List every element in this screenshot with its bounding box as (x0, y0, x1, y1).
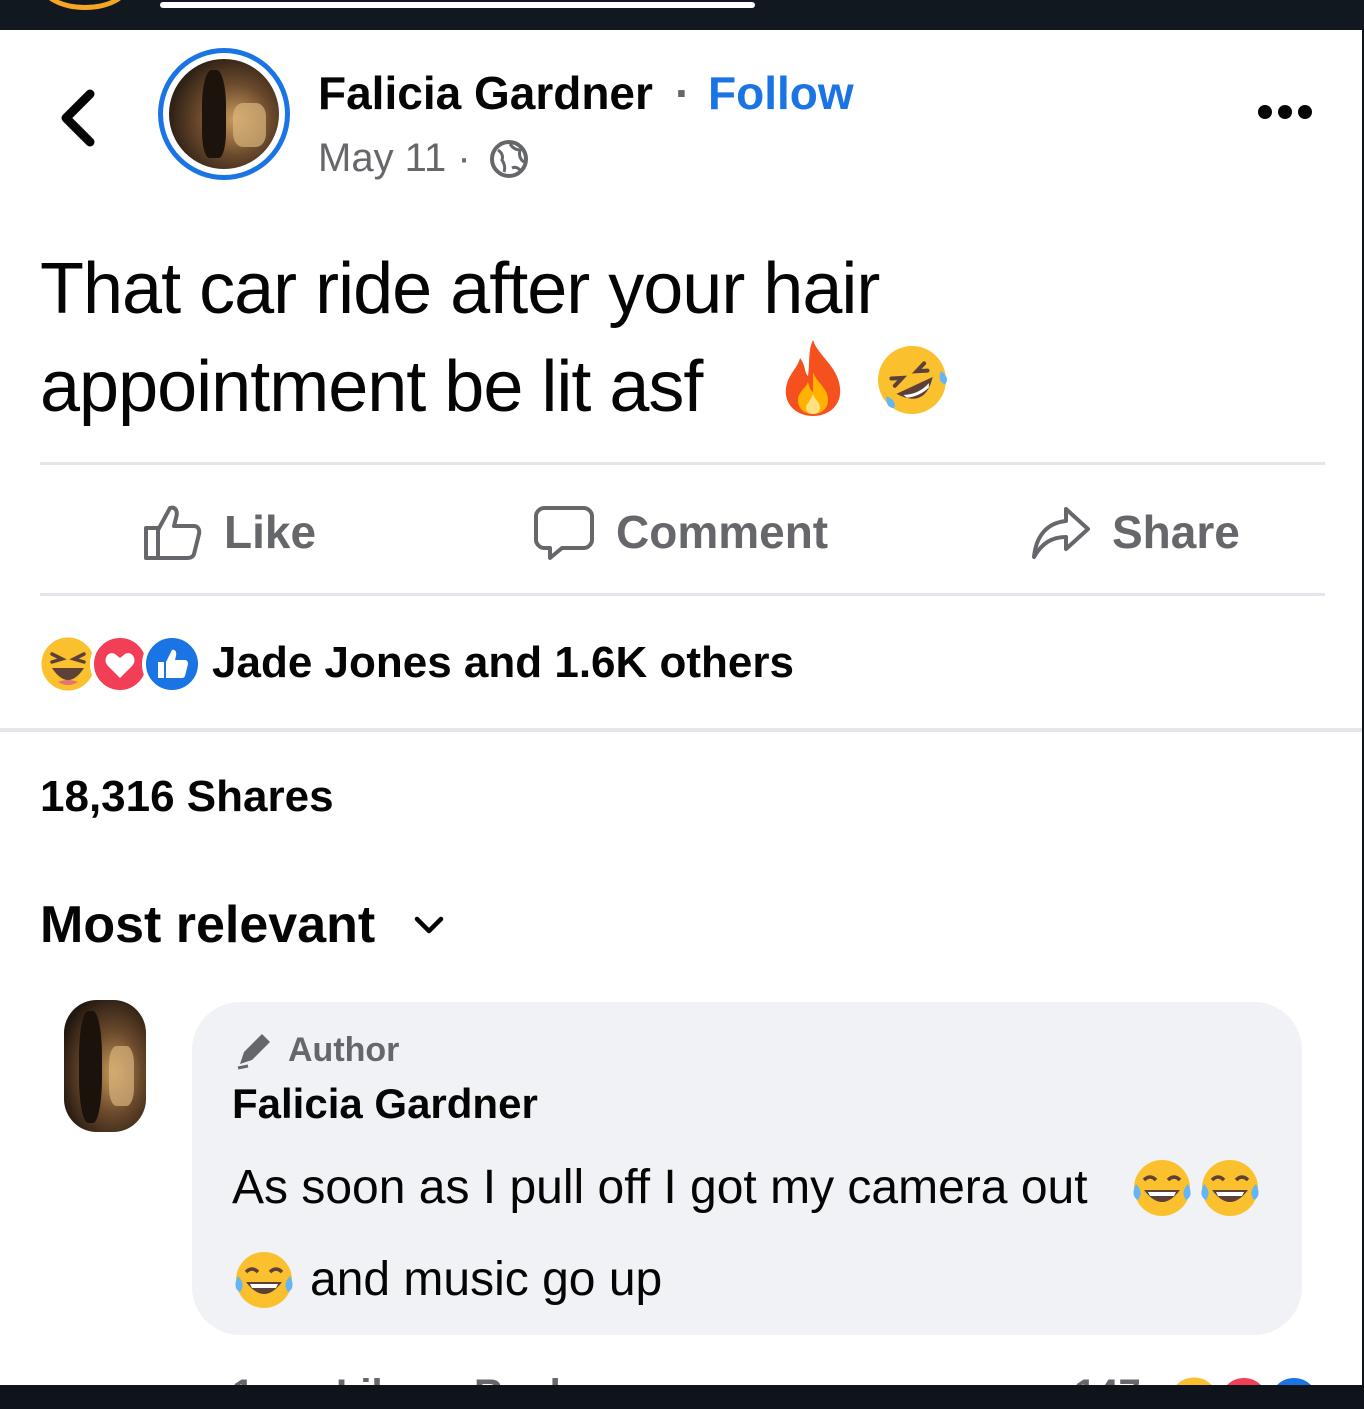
joy-emoji-icon (1133, 1160, 1191, 1216)
comment-reaction-icons[interactable] (1166, 1372, 1326, 1385)
thumbs-up-icon (144, 505, 202, 560)
globe-icon (490, 140, 528, 178)
comment-text-line-1: As soon as I pull off I got my camera ou… (232, 1161, 1088, 1214)
rofl-emoji-icon (878, 346, 948, 414)
share-arrow-icon (1032, 507, 1090, 559)
divider-middle (40, 593, 1325, 596)
author-avatar[interactable] (158, 48, 290, 180)
name-separator: · (675, 67, 691, 119)
like-icon (142, 634, 202, 694)
post-reaction-icons[interactable] (38, 632, 203, 696)
comment-reaction-count[interactable]: 147 (1074, 1372, 1141, 1385)
post-author-name[interactable]: Falicia Gardner (318, 66, 653, 120)
comment-button[interactable]: Comment (532, 492, 828, 572)
chevron-left-icon (61, 89, 95, 147)
post-date[interactable]: May 11 · (318, 136, 471, 181)
chevron-down-icon (414, 916, 444, 934)
comment-bubble-icon (534, 506, 594, 560)
comment-like-button[interactable]: Like (336, 1372, 416, 1385)
comment-text-line-2: and music go up (310, 1253, 663, 1306)
like-icon (1271, 1374, 1317, 1385)
like-label: Like (224, 506, 317, 558)
share-label: Share (1112, 506, 1240, 558)
joy-emoji-icon (235, 1252, 293, 1308)
like-button[interactable]: Like (140, 492, 316, 572)
love-icon (90, 634, 150, 694)
sort-label: Most relevant (40, 896, 376, 954)
follow-button[interactable]: Follow (708, 66, 854, 120)
fire-emoji-icon (785, 340, 841, 416)
pencil-icon (237, 1034, 270, 1070)
haha-icon (1172, 1374, 1216, 1385)
url-underline (160, 2, 755, 8)
comment-reply-button[interactable]: Reply (474, 1372, 583, 1385)
commenter-avatar[interactable] (64, 1000, 146, 1132)
haha-icon (38, 634, 98, 694)
share-button[interactable]: Share (1030, 492, 1240, 572)
joy-emoji-icon (1201, 1160, 1259, 1216)
comment-timestamp[interactable]: 1w (232, 1372, 285, 1385)
commenter-name[interactable]: Falicia Gardner (232, 1080, 538, 1128)
divider-section (0, 728, 1362, 732)
bottom-bar (0, 1385, 1364, 1409)
shares-count[interactable]: 18,316 Shares (40, 772, 334, 822)
comment-label: Comment (616, 506, 829, 558)
orange-arc-decoration (40, 0, 130, 10)
reaction-summary[interactable]: Jade Jones and 1.6K others (212, 638, 794, 688)
post-card: Falicia Gardner · Follow May 11 · That c… (0, 30, 1362, 1385)
comment-sort-dropdown[interactable]: Most relevant (40, 895, 447, 955)
love-icon (1221, 1374, 1267, 1385)
more-options-icon[interactable] (1255, 100, 1315, 124)
author-badge-label: Author (288, 1030, 400, 1069)
author-badge: Author (234, 1030, 399, 1070)
divider-top (40, 462, 1325, 465)
back-button[interactable] (50, 78, 106, 158)
top-status-strip (0, 0, 1364, 30)
author-avatar-image (169, 59, 279, 169)
